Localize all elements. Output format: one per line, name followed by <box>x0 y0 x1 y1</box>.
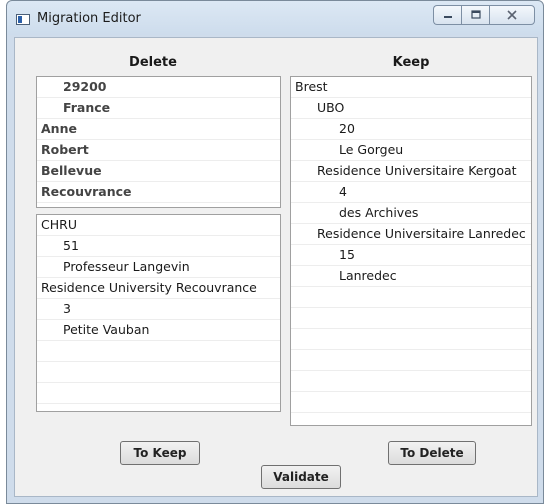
list-item[interactable]: UBO <box>291 98 531 119</box>
list-item[interactable] <box>291 287 531 308</box>
list-item[interactable]: Bellevue <box>37 161 280 182</box>
list-item[interactable]: Residence Universitaire Kergoat <box>291 161 531 182</box>
list-item[interactable] <box>291 350 531 371</box>
title-bar[interactable]: Migration Editor <box>7 1 543 37</box>
list-item[interactable]: Brest <box>291 77 531 98</box>
app-icon <box>16 14 30 25</box>
list-item[interactable]: Le Gorgeu <box>291 140 531 161</box>
close-button[interactable] <box>489 5 535 25</box>
list-item[interactable]: 15 <box>291 245 531 266</box>
list-item[interactable]: Anne <box>37 119 280 140</box>
list-item[interactable] <box>291 392 531 413</box>
minimize-icon <box>443 16 452 18</box>
list-item[interactable] <box>291 329 531 350</box>
list-item[interactable]: CHRU <box>37 215 280 236</box>
list-item[interactable]: Residence Universitaire Lanredec <box>291 224 531 245</box>
window-title: Migration Editor <box>37 11 141 26</box>
list-item[interactable]: 51 <box>37 236 280 257</box>
to-delete-button[interactable]: To Delete <box>388 441 476 465</box>
list-item[interactable] <box>37 362 280 383</box>
delete-top-list[interactable]: 29200 France Anne Robert Bellevue Recouvrance <box>36 76 281 208</box>
list-item[interactable]: 3 <box>37 299 280 320</box>
list-item[interactable] <box>291 308 531 329</box>
keep-list[interactable]: Brest UBO 20 Le Gorgeu Residence Universitai… <box>290 76 532 426</box>
list-item[interactable]: des Archives <box>291 203 531 224</box>
window-controls <box>433 5 535 27</box>
minimize-button[interactable] <box>433 5 461 25</box>
keep-column-title: Keep <box>392 55 430 70</box>
list-item[interactable]: Recouvrance <box>37 182 280 203</box>
list-item[interactable]: Lanredec <box>291 266 531 287</box>
list-item[interactable]: 20 <box>291 119 531 140</box>
validate-button[interactable]: Validate <box>261 465 341 489</box>
maximize-icon <box>470 10 481 19</box>
list-item[interactable] <box>37 383 280 404</box>
list-item[interactable]: 4 <box>291 182 531 203</box>
close-icon <box>507 10 517 20</box>
maximize-button[interactable] <box>461 5 489 25</box>
list-item[interactable]: Professeur Langevin <box>37 257 280 278</box>
list-item[interactable] <box>37 341 280 362</box>
migration-editor-window: Migration Editor Delete Keep 29200 France… <box>6 0 544 504</box>
list-item[interactable] <box>291 371 531 392</box>
editor-client-area: Delete Keep 29200 France Anne Robert Bellevu… <box>14 37 538 497</box>
list-item[interactable]: Petite Vauban <box>37 320 280 341</box>
list-item[interactable]: Robert <box>37 140 280 161</box>
list-item[interactable]: France <box>37 98 280 119</box>
delete-column-title: Delete <box>129 55 177 70</box>
list-item[interactable]: 29200 <box>37 77 280 98</box>
list-item[interactable]: Residence University Recouvrance <box>37 278 280 299</box>
to-keep-button[interactable]: To Keep <box>120 441 200 465</box>
delete-bottom-list[interactable]: CHRU 51 Professeur Langevin Residence Unive… <box>36 214 281 412</box>
